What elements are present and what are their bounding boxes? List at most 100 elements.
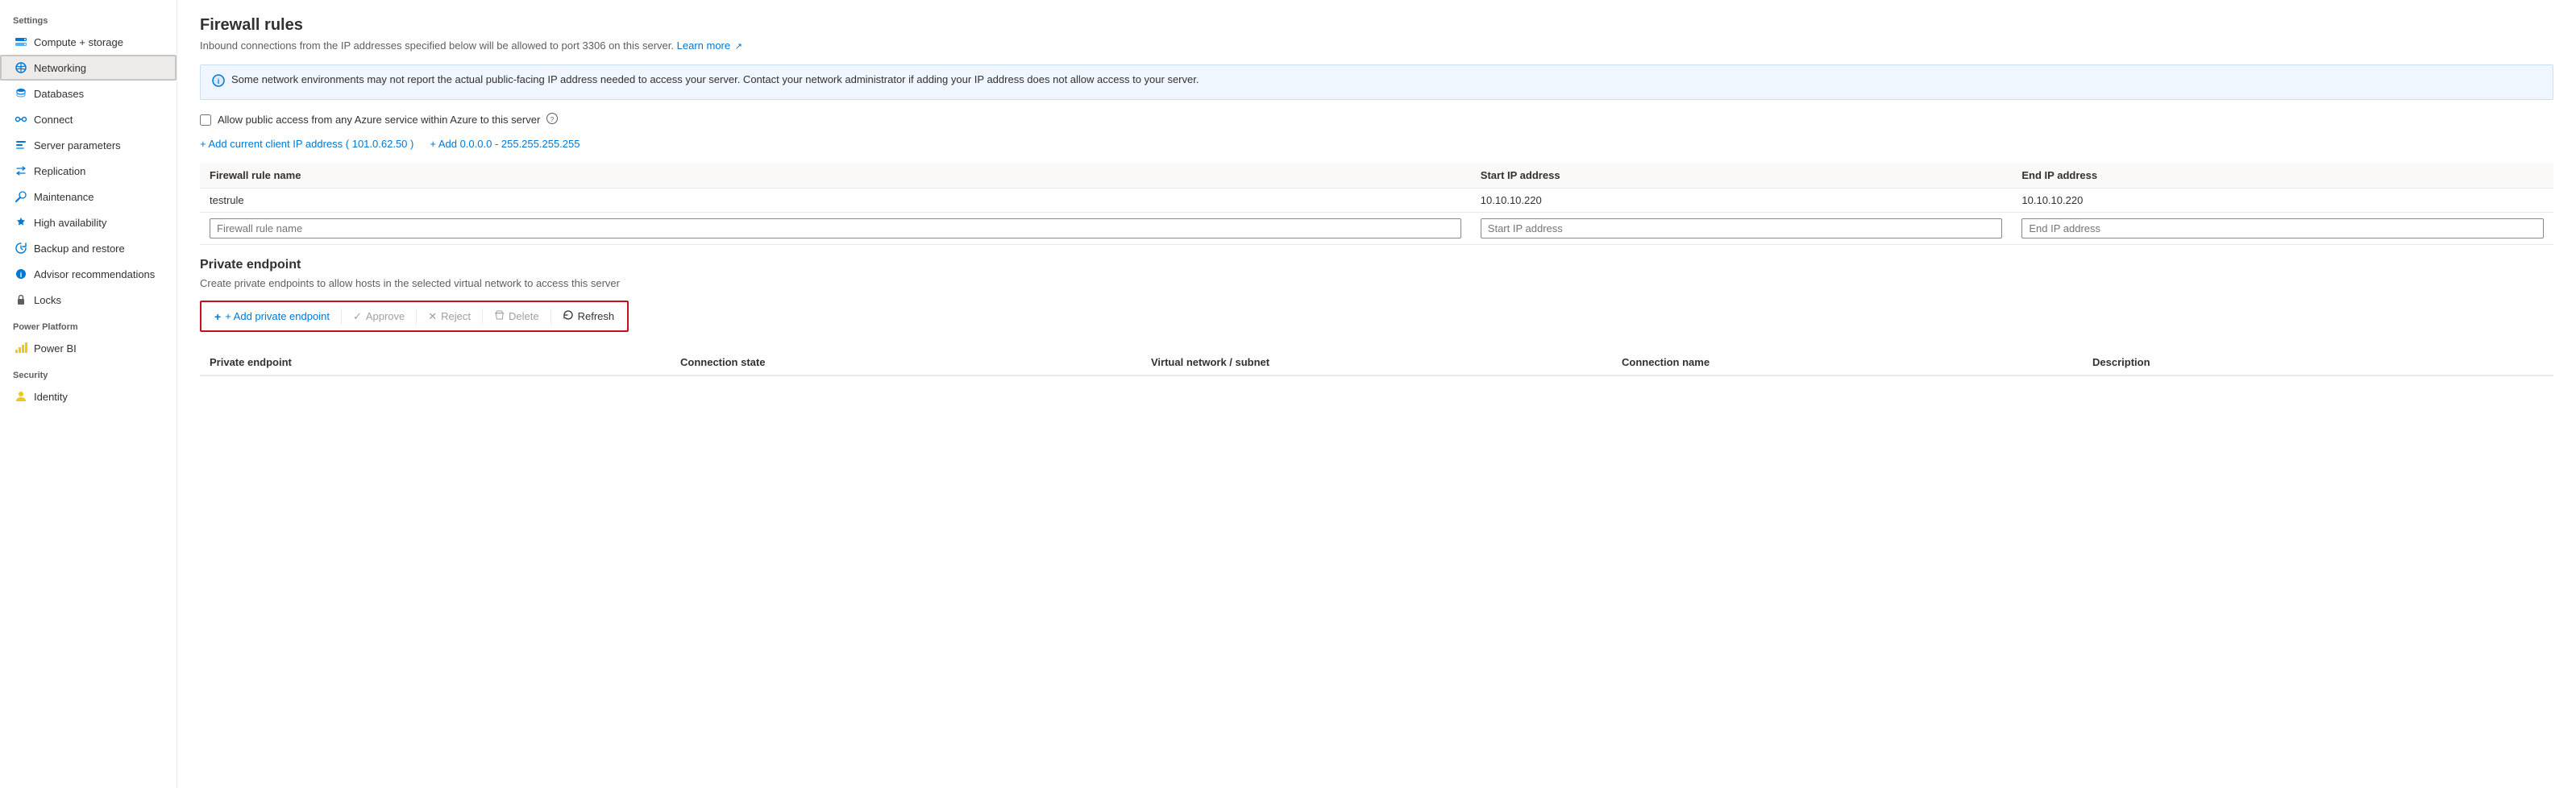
delete-label: Delete xyxy=(509,310,539,322)
compute-storage-icon xyxy=(15,35,27,48)
refresh-button[interactable]: Refresh xyxy=(555,305,623,327)
sidebar-item-maintenance-label: Maintenance xyxy=(34,191,93,203)
input-row xyxy=(200,213,2553,245)
info-box: i Some network environments may not repo… xyxy=(200,64,2553,100)
pe-col-virtual-network: Virtual network / subnet xyxy=(1141,356,1612,368)
sidebar-item-connect-label: Connect xyxy=(34,114,73,126)
sidebar-item-maintenance[interactable]: Maintenance xyxy=(0,184,177,209)
sidebar-item-locks[interactable]: Locks xyxy=(0,287,177,313)
subtitle-text: Inbound connections from the IP addresse… xyxy=(200,39,674,52)
power-platform-section-label: Power Platform xyxy=(0,313,177,335)
sidebar-item-compute-storage-label: Compute + storage xyxy=(34,36,123,48)
reject-icon: ✕ xyxy=(428,310,437,323)
toolbar-divider-2 xyxy=(416,309,417,325)
delete-button[interactable]: Delete xyxy=(486,306,547,327)
links-row: + Add current client IP address ( 101.0.… xyxy=(200,138,2553,150)
sidebar-item-advisor[interactable]: i Advisor recommendations xyxy=(0,261,177,287)
col-rule-name: Firewall rule name xyxy=(200,163,1471,189)
sidebar-item-advisor-label: Advisor recommendations xyxy=(34,268,155,280)
sidebar-item-backup-restore[interactable]: Backup and restore xyxy=(0,235,177,261)
sidebar-item-power-bi[interactable]: Power BI xyxy=(0,335,177,361)
private-endpoint-desc: Create private endpoints to allow hosts … xyxy=(200,277,2553,289)
maintenance-icon xyxy=(15,190,27,203)
high-availability-icon xyxy=(15,216,27,229)
toolbar-divider-3 xyxy=(482,309,483,325)
start-ip-input[interactable] xyxy=(1481,218,2003,238)
rule-name-cell: testrule xyxy=(200,189,1471,213)
delete-icon xyxy=(494,310,505,323)
add-label: + Add private endpoint xyxy=(225,310,330,322)
start-ip-cell: 10.10.10.220 xyxy=(1471,189,2013,213)
col-end-ip: End IP address xyxy=(2012,163,2553,189)
networking-icon xyxy=(15,61,27,74)
sidebar-item-connect[interactable]: Connect xyxy=(0,106,177,132)
firewall-table: Firewall rule name Start IP address End … xyxy=(200,163,2553,245)
sidebar-item-identity-label: Identity xyxy=(34,391,68,403)
page-title: Firewall rules xyxy=(200,16,2553,35)
identity-icon xyxy=(15,390,27,403)
svg-text:?: ? xyxy=(551,116,555,123)
private-endpoint-table-header: Private endpoint Connection state Virtua… xyxy=(200,350,2553,376)
allow-access-label[interactable]: Allow public access from any Azure servi… xyxy=(218,114,540,126)
sidebar-item-backup-restore-label: Backup and restore xyxy=(34,243,125,255)
add-client-ip-link[interactable]: + Add current client IP address ( 101.0.… xyxy=(200,138,413,150)
pe-col-description: Description xyxy=(2083,356,2553,368)
sidebar-item-server-parameters[interactable]: Server parameters xyxy=(0,132,177,158)
pe-col-endpoint: Private endpoint xyxy=(200,356,671,368)
refresh-label: Refresh xyxy=(578,310,615,322)
private-endpoint-toolbar: + + Add private endpoint ✓ Approve ✕ Rej… xyxy=(200,301,629,332)
sidebar-item-locks-label: Locks xyxy=(34,294,61,306)
info-icon: i xyxy=(212,74,225,91)
pe-col-connection-state: Connection state xyxy=(671,356,1141,368)
private-endpoint-title: Private endpoint xyxy=(200,258,2553,272)
security-section-label: Security xyxy=(0,361,177,384)
reject-label: Reject xyxy=(441,310,471,322)
end-ip-input[interactable] xyxy=(2021,218,2544,238)
reject-button[interactable]: ✕ Reject xyxy=(420,306,479,327)
sidebar-item-server-parameters-label: Server parameters xyxy=(34,139,121,151)
replication-icon xyxy=(15,164,27,177)
end-ip-cell: 10.10.10.220 xyxy=(2012,189,2553,213)
sidebar-item-replication-label: Replication xyxy=(34,165,85,177)
help-icon: ? xyxy=(546,113,558,126)
end-ip-input-cell xyxy=(2012,213,2553,245)
rule-name-input[interactable] xyxy=(210,218,1461,238)
sidebar-item-high-availability-label: High availability xyxy=(34,217,106,229)
locks-icon xyxy=(15,293,27,306)
sidebar-item-networking[interactable]: Networking xyxy=(0,55,177,81)
external-link-icon: ↗ xyxy=(735,42,742,52)
sidebar-item-databases-label: Databases xyxy=(34,88,84,100)
settings-section-label: Settings xyxy=(0,6,177,29)
allow-access-checkbox[interactable] xyxy=(200,114,211,126)
refresh-icon xyxy=(563,309,574,323)
svg-text:i: i xyxy=(20,271,23,279)
page-subtitle: Inbound connections from the IP addresse… xyxy=(200,39,2553,52)
sidebar-item-databases[interactable]: Databases xyxy=(0,81,177,106)
svg-text:i: i xyxy=(218,77,220,85)
add-icon: + xyxy=(214,310,221,323)
sidebar-item-power-bi-label: Power BI xyxy=(34,342,77,355)
col-start-ip: Start IP address xyxy=(1471,163,2013,189)
power-bi-icon xyxy=(15,342,27,355)
learn-more-link[interactable]: Learn more ↗ xyxy=(677,39,742,52)
pe-col-connection-name: Connection name xyxy=(1612,356,2083,368)
sidebar-item-compute-storage[interactable]: Compute + storage xyxy=(0,29,177,55)
approve-button[interactable]: ✓ Approve xyxy=(345,306,413,327)
add-private-endpoint-button[interactable]: + + Add private endpoint xyxy=(206,306,338,327)
sidebar-item-networking-label: Networking xyxy=(34,62,86,74)
add-range-link[interactable]: + Add 0.0.0.0 - 255.255.255.255 xyxy=(430,138,580,150)
sidebar-item-replication[interactable]: Replication xyxy=(0,158,177,184)
backup-restore-icon xyxy=(15,242,27,255)
toolbar-divider-1 xyxy=(341,309,342,325)
sidebar-item-identity[interactable]: Identity xyxy=(0,384,177,409)
approve-icon: ✓ xyxy=(353,310,362,323)
advisor-icon: i xyxy=(15,268,27,280)
connect-icon xyxy=(15,113,27,126)
info-message: Some network environments may not report… xyxy=(231,73,1199,85)
databases-icon xyxy=(15,87,27,100)
server-parameters-icon xyxy=(15,139,27,151)
main-content: Firewall rules Inbound connections from … xyxy=(177,0,2576,788)
approve-label: Approve xyxy=(366,310,405,322)
start-ip-input-cell xyxy=(1471,213,2013,245)
sidebar-item-high-availability[interactable]: High availability xyxy=(0,209,177,235)
